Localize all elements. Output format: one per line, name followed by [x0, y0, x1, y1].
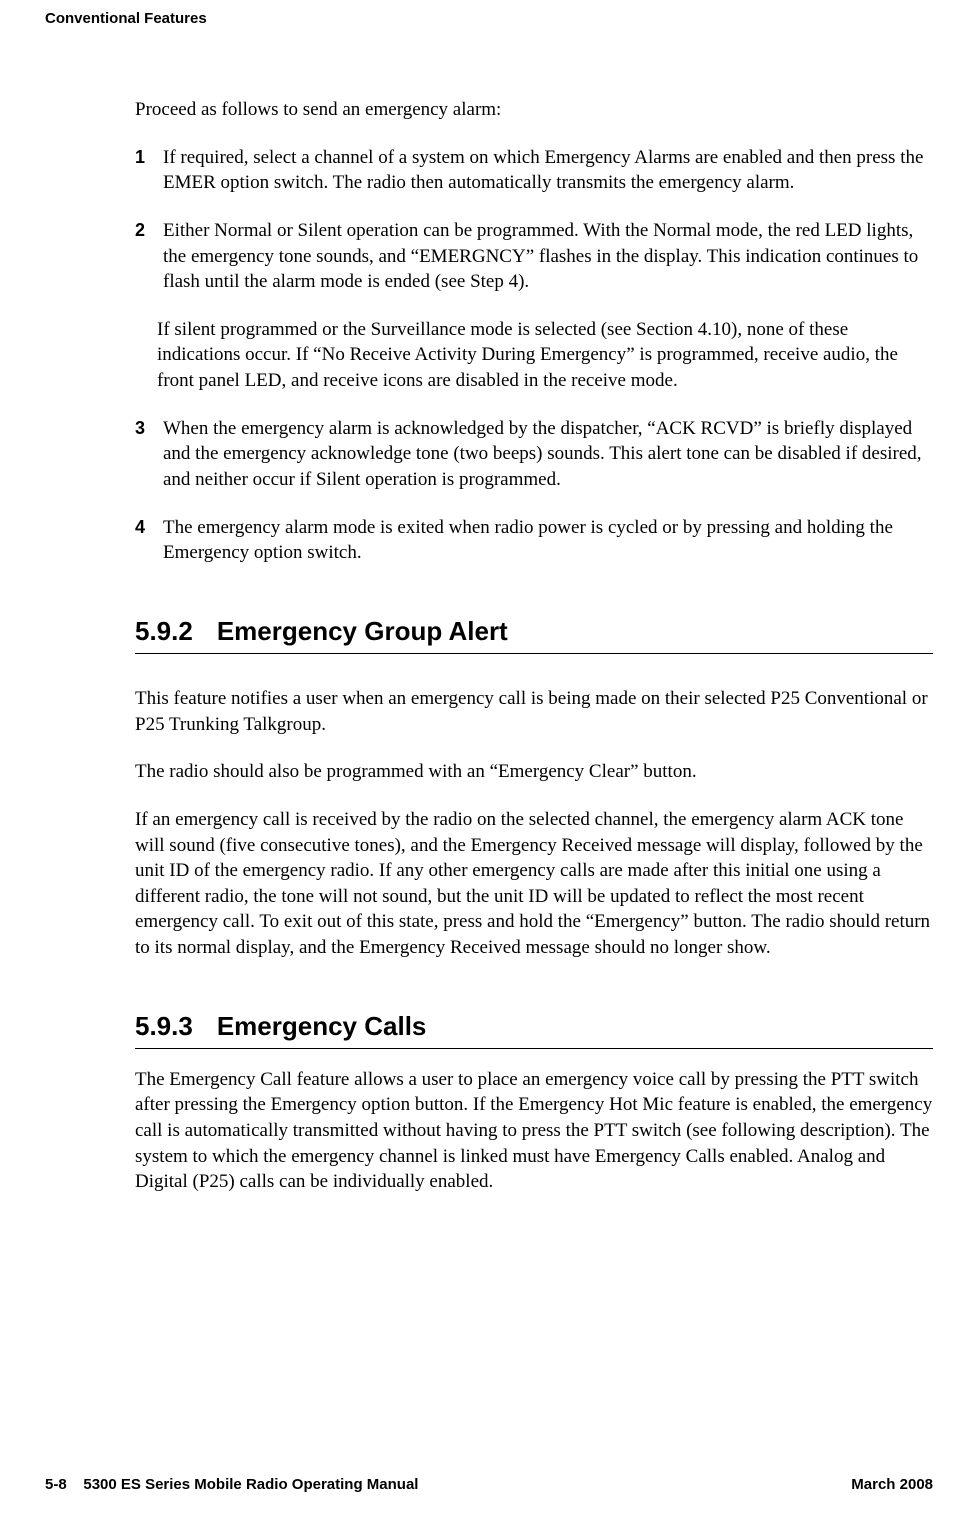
step-3: 3 When the emergency alarm is acknowledg…: [135, 416, 933, 493]
section-number: 5.9.2: [135, 616, 193, 647]
step-1: 1 If required, select a channel of a sys…: [135, 145, 933, 196]
footer-manual-title: 5300 ES Series Mobile Radio Operating Ma…: [83, 1476, 418, 1493]
step-text: If required, select a channel of a syste…: [163, 145, 933, 196]
step-2: 2 Either Normal or Silent operation can …: [135, 218, 933, 295]
section-heading-593: 5.9.3 Emergency Calls: [135, 1011, 933, 1042]
page-footer: 5-8 5300 ES Series Mobile Radio Operatin…: [45, 1476, 933, 1493]
step-text: When the emergency alarm is acknowledged…: [163, 416, 933, 493]
section-rule: [135, 1048, 933, 1049]
step-text: Either Normal or Silent operation can be…: [163, 218, 933, 295]
step-number: 3: [135, 416, 163, 493]
step-text: The emergency alarm mode is exited when …: [163, 515, 933, 566]
body-paragraph: If an emergency call is received by the …: [135, 807, 933, 961]
section-rule: [135, 653, 933, 654]
intro-paragraph: Proceed as follows to send an emergency …: [135, 97, 933, 123]
step-number: 1: [135, 145, 163, 196]
page-content: Proceed as follows to send an emergency …: [135, 97, 933, 1195]
footer-left: 5-8 5300 ES Series Mobile Radio Operatin…: [45, 1476, 418, 1493]
body-paragraph: The Emergency Call feature allows a user…: [135, 1067, 933, 1195]
step-number: 4: [135, 515, 163, 566]
footer-page-number: 5-8: [45, 1476, 67, 1493]
footer-right: March 2008: [851, 1476, 933, 1493]
section-title: Emergency Group Alert: [217, 616, 508, 646]
section-title: Emergency Calls: [217, 1011, 427, 1041]
step-2-continuation: If silent programmed or the Surveillance…: [157, 317, 933, 394]
body-paragraph: This feature notifies a user when an eme…: [135, 686, 933, 737]
section-heading-592: 5.9.2 Emergency Group Alert: [135, 616, 933, 647]
step-number: 2: [135, 218, 163, 295]
running-header: Conventional Features: [45, 10, 933, 27]
section-number: 5.9.3: [135, 1011, 193, 1042]
step-4: 4 The emergency alarm mode is exited whe…: [135, 515, 933, 566]
body-paragraph: The radio should also be programmed with…: [135, 759, 933, 785]
